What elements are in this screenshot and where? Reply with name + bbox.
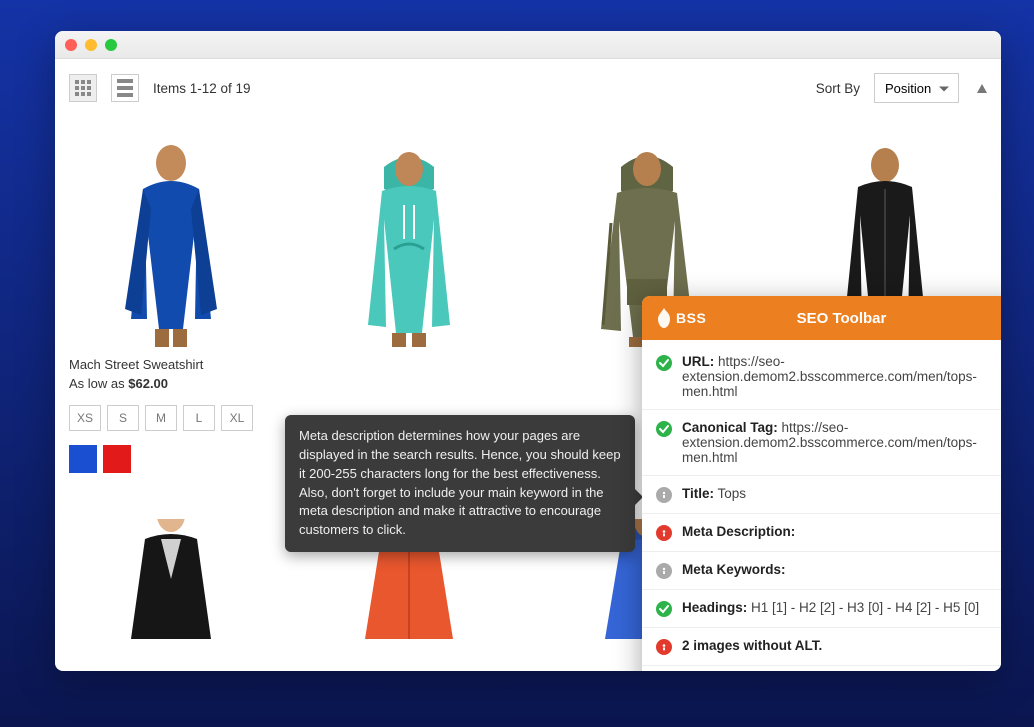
size-option[interactable]: L — [183, 405, 215, 431]
meta-description-tooltip: Meta description determines how your pag… — [285, 415, 635, 552]
grid-icon — [75, 80, 91, 96]
seo-row-label: URL: — [682, 354, 714, 369]
seo-toolbar-header[interactable]: BSS SEO Toolbar — [642, 296, 1001, 340]
seo-row-label: Meta Description: — [682, 524, 795, 539]
items-count: Items 1-12 of 19 — [153, 81, 251, 96]
tooltip-text: Meta description determines how your pag… — [299, 428, 621, 537]
seo-toolbar-panel: BSS SEO Toolbar URL: https://seo-extensi… — [642, 296, 1001, 671]
seo-row-label: Headings: — [682, 600, 747, 615]
product-image[interactable] — [69, 519, 273, 639]
flame-icon — [656, 308, 672, 328]
seo-row-value: Tops — [718, 486, 747, 501]
status-error-icon — [656, 639, 672, 655]
seo-row-text: Canonical Tag: https://seo-extension.dem… — [682, 420, 1001, 465]
view-grid-button[interactable] — [69, 74, 97, 102]
seo-row: Canonical Tag: https://seo-extension.dem… — [642, 409, 1001, 475]
seo-toolbar-body: URL: https://seo-extension.demom2.bsscom… — [642, 340, 1001, 671]
size-option[interactable]: M — [145, 405, 177, 431]
page-content: Items 1-12 of 19 Sort By Position — [55, 59, 1001, 671]
product-price-line: As low as $62.00 — [69, 376, 273, 391]
sort-select[interactable]: Position — [874, 73, 959, 103]
status-error-icon — [656, 525, 672, 541]
sort-select-wrap: Position — [874, 73, 959, 103]
close-icon[interactable] — [65, 39, 77, 51]
seo-row-value: H1 [1] - H2 [2] - H3 [0] - H4 [2] - H5 [… — [751, 600, 979, 615]
sort-direction-button[interactable] — [977, 84, 987, 93]
product-card[interactable]: Mach Street Sweatshirt As low as $62.00 … — [69, 129, 273, 491]
seo-row: Open Graph: Great! We have found several… — [642, 665, 1001, 671]
status-ok-icon — [656, 421, 672, 437]
seo-row: Meta Description: — [642, 513, 1001, 551]
minimize-icon[interactable] — [85, 39, 97, 51]
seo-row: Title: Tops — [642, 475, 1001, 513]
bss-logo: BSS — [656, 308, 706, 328]
price-prefix: As low as — [69, 376, 128, 391]
zoom-icon[interactable] — [105, 39, 117, 51]
color-swatches — [69, 445, 273, 473]
size-option[interactable]: XS — [69, 405, 101, 431]
status-info-icon — [656, 563, 672, 579]
list-icon — [117, 79, 133, 97]
titlebar — [55, 31, 1001, 59]
seo-row: Meta Keywords: — [642, 551, 1001, 589]
product-price: $62.00 — [128, 376, 168, 391]
seo-row-text: Title: Tops — [682, 486, 1001, 501]
seo-row-text: Meta Description: — [682, 524, 1001, 539]
seo-row-text: URL: https://seo-extension.demom2.bsscom… — [682, 354, 1001, 399]
status-ok-icon — [656, 355, 672, 371]
seo-row: Headings: H1 [1] - H2 [2] - H3 [0] - H4 … — [642, 589, 1001, 627]
size-option[interactable]: XL — [221, 405, 253, 431]
size-swatches: XS S M L XL — [69, 405, 273, 431]
sort-label: Sort By — [816, 81, 860, 96]
seo-row-label: Title: — [682, 486, 714, 501]
status-ok-icon — [656, 601, 672, 617]
seo-row-label: 2 images without ALT. — [682, 638, 822, 653]
view-list-button[interactable] — [111, 74, 139, 102]
product-toolbar: Items 1-12 of 19 Sort By Position — [69, 73, 987, 103]
seo-row-text: 2 images without ALT. — [682, 638, 1001, 653]
seo-row-label: Canonical Tag: — [682, 420, 778, 435]
color-option[interactable] — [69, 445, 97, 473]
product-image[interactable] — [307, 129, 511, 347]
seo-row-label: Meta Keywords: — [682, 562, 786, 577]
size-option[interactable]: S — [107, 405, 139, 431]
product-card[interactable] — [69, 519, 273, 639]
product-image[interactable] — [69, 129, 273, 347]
seo-row: 2 images without ALT. — [642, 627, 1001, 665]
brand-text: BSS — [676, 310, 706, 326]
seo-row: URL: https://seo-extension.demom2.bsscom… — [642, 344, 1001, 409]
seo-row-text: Meta Keywords: — [682, 562, 1001, 577]
app-window: Items 1-12 of 19 Sort By Position — [55, 31, 1001, 671]
status-info-icon — [656, 487, 672, 503]
seo-row-value: https://seo-extension.demom2.bsscommerce… — [682, 354, 977, 399]
seo-row-text: Headings: H1 [1] - H2 [2] - H3 [0] - H4 … — [682, 600, 1001, 615]
product-name: Mach Street Sweatshirt — [69, 357, 273, 372]
color-option[interactable] — [103, 445, 131, 473]
